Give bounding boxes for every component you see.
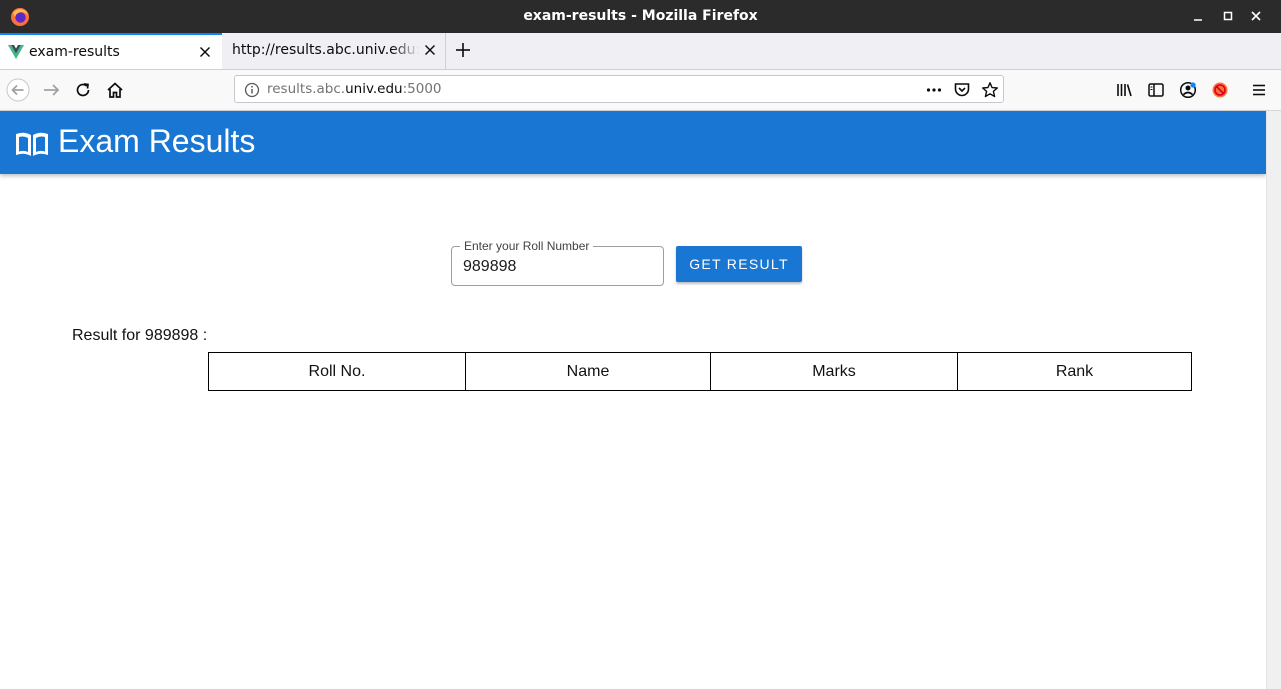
tab-exam-results[interactable]: exam-results [0,33,222,69]
home-icon[interactable] [106,81,124,99]
menu-icon[interactable] [1250,81,1268,99]
back-icon[interactable] [6,78,30,102]
close-window-icon[interactable] [1248,8,1264,24]
roll-number-input[interactable]: 989898 [463,258,516,276]
roll-number-field[interactable]: Enter your Roll Number 989898 [451,239,664,286]
address-bar[interactable]: results.abc.univ.edu:5000 [234,75,1004,103]
column-header-roll-no: Roll No. [208,352,466,391]
window-title-bar: exam-results - Mozilla Firefox [0,0,1281,33]
library-icon[interactable] [1115,81,1133,99]
open-book-icon [16,132,48,156]
site-info-icon[interactable] [244,82,260,98]
tab-strip: exam-results http://results.abc.univ.edu… [0,33,1281,70]
result-heading: Result for 989898 : [72,327,208,344]
page-scrollbar[interactable] [1266,111,1281,689]
maximize-icon[interactable] [1220,8,1236,24]
vue-logo-icon [8,45,24,59]
url-port: :5000 [402,81,442,97]
table-header-row: Roll No. Name Marks Rank [208,352,1192,391]
url-text: results.abc.univ.edu:5000 [267,81,442,97]
url-prefix: results.abc. [267,81,346,97]
results-table: Roll No. Name Marks Rank [208,352,1192,391]
get-result-button[interactable]: GET RESULT [676,246,802,282]
page-title: Exam Results [58,123,256,159]
extension-blocked-icon[interactable] [1211,81,1229,99]
page-actions-icon[interactable] [925,81,943,99]
window-title: exam-results - Mozilla Firefox [523,8,758,24]
reload-icon[interactable] [74,81,92,99]
navigation-toolbar: results.abc.univ.edu:5000 [0,70,1281,111]
app-header: Exam Results [0,111,1266,174]
column-header-marks: Marks [710,352,958,391]
forward-icon[interactable] [42,81,60,99]
account-icon[interactable] [1179,81,1197,99]
tab-title: http://results.abc.univ.edu:5000 [232,42,420,58]
sidebar-icon[interactable] [1147,81,1165,99]
pocket-icon[interactable] [953,81,971,99]
close-tab-icon[interactable] [199,46,211,58]
column-header-rank: Rank [957,352,1192,391]
tab-title: exam-results [29,44,120,60]
roll-number-label: Enter your Roll Number [460,239,594,253]
new-tab-icon[interactable] [455,42,471,58]
tab-results-url[interactable]: http://results.abc.univ.edu:5000 [222,33,446,69]
minimize-icon[interactable] [1190,8,1206,24]
bookmark-star-icon[interactable] [981,81,999,99]
column-header-name: Name [465,352,711,391]
url-domain: univ.edu [345,81,403,97]
close-tab-icon[interactable] [424,44,436,56]
